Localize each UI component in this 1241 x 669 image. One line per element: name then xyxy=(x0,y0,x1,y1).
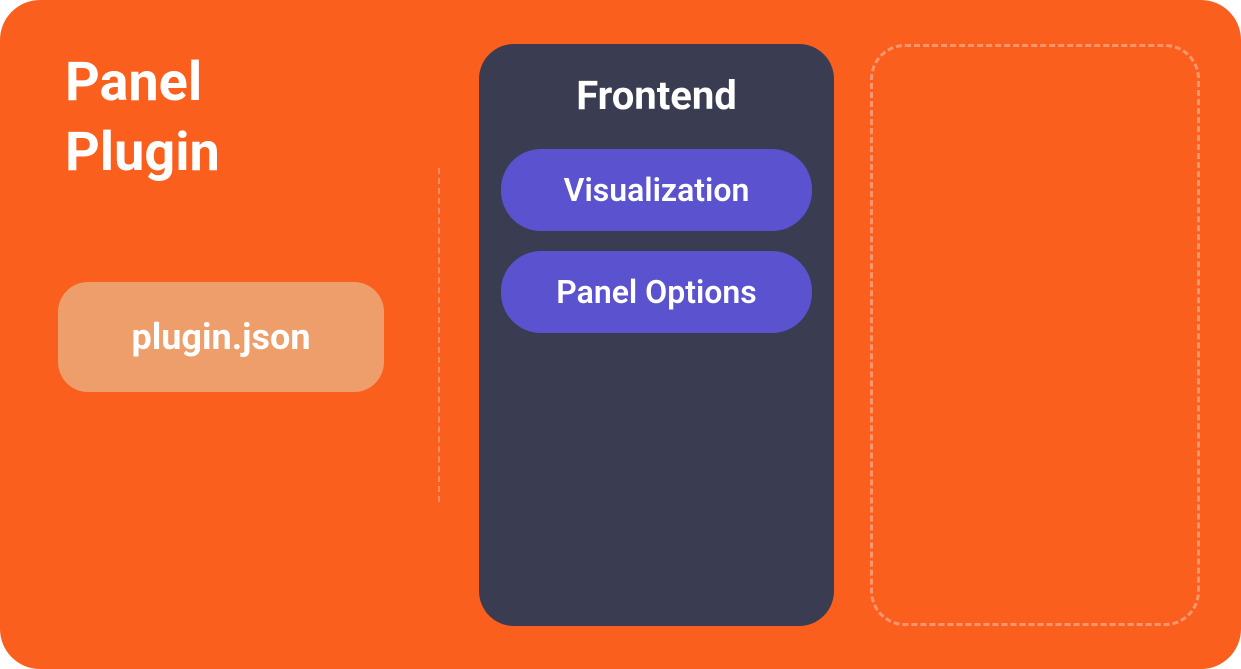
frontend-title: Frontend xyxy=(501,72,812,119)
plugin-json-badge: plugin.json xyxy=(58,282,384,392)
plugin-json-label: plugin.json xyxy=(131,316,310,358)
title-line-1: Panel xyxy=(65,48,220,118)
panel-options-label: Panel Options xyxy=(556,273,756,311)
visualization-pill: Visualization xyxy=(501,149,812,231)
panel-options-pill: Panel Options xyxy=(501,251,812,333)
title-line-2: Plugin xyxy=(65,118,220,188)
frontend-panel: Frontend Visualization Panel Options xyxy=(479,44,834,626)
diagram-title: Panel Plugin xyxy=(65,48,220,188)
vertical-divider xyxy=(438,168,440,502)
diagram-container: Panel Plugin plugin.json Frontend Visual… xyxy=(0,0,1241,669)
empty-placeholder-panel xyxy=(870,44,1200,626)
visualization-label: Visualization xyxy=(564,171,750,209)
